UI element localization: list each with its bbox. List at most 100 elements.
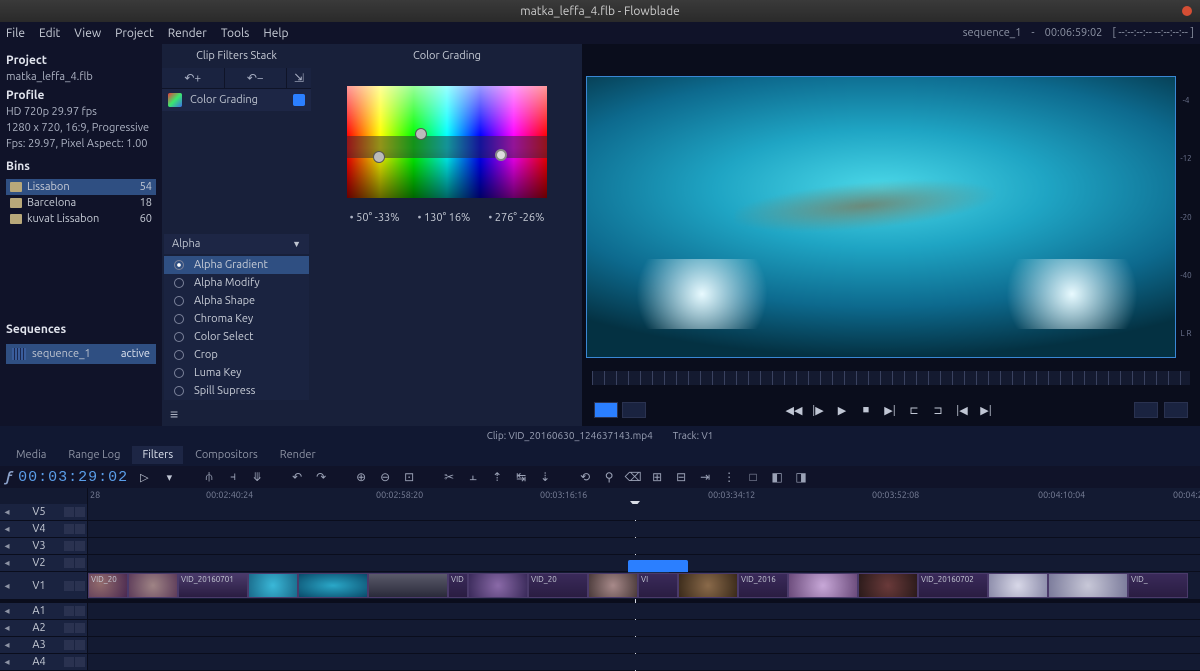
tab-compositors[interactable]: Compositors bbox=[185, 446, 268, 464]
filter-stack-item[interactable]: Color Grading bbox=[162, 89, 311, 111]
timeline-ruler[interactable]: 2800:02:40:2400:02:58:2000:03:16:1600:03… bbox=[0, 488, 1200, 504]
trim-icon[interactable]: ⊟ bbox=[672, 468, 690, 486]
collapse-icon[interactable]: ◂ bbox=[0, 656, 14, 668]
menu-file[interactable]: File bbox=[6, 27, 25, 40]
splice-icon[interactable]: ⫠ bbox=[464, 468, 482, 486]
bin-row[interactable]: kuvat Lissabon 60 bbox=[6, 211, 156, 227]
play-button[interactable]: ▶ bbox=[833, 402, 851, 418]
transition-dissolve[interactable] bbox=[628, 560, 688, 572]
step-back-button[interactable]: |▶ bbox=[809, 402, 827, 418]
color-handle[interactable] bbox=[373, 151, 385, 163]
collapse-icon[interactable]: ◂ bbox=[0, 622, 14, 634]
tab-media[interactable]: Media bbox=[6, 446, 56, 464]
close-icon[interactable] bbox=[1182, 6, 1192, 16]
timeline-clip[interactable] bbox=[248, 573, 298, 598]
color-handle[interactable] bbox=[415, 128, 427, 140]
timeline-clip[interactable]: VID_20 bbox=[528, 573, 588, 598]
cut-icon[interactable]: ✂ bbox=[440, 468, 458, 486]
color-box[interactable] bbox=[347, 86, 547, 198]
track-v1[interactable]: ◂V1 DISSOLVE VID_20VID_20160701VIDVID_20… bbox=[0, 572, 1200, 600]
ripple-icon[interactable]: ↹ bbox=[512, 468, 530, 486]
collapse-icon[interactable]: ◂ bbox=[0, 605, 14, 617]
timeline-clip[interactable] bbox=[368, 573, 448, 598]
track-v5[interactable]: ◂V5 bbox=[0, 504, 1200, 521]
bin-row[interactable]: Barcelona 18 bbox=[6, 195, 156, 211]
hamburger-icon[interactable]: ≡ bbox=[162, 402, 311, 426]
monitor-ruler[interactable] bbox=[592, 371, 1190, 385]
timeline-clip[interactable]: VID_20160702 bbox=[918, 573, 988, 598]
collapse-icon[interactable]: ◂ bbox=[0, 557, 14, 569]
timeline-clip[interactable]: VID_2016 bbox=[738, 573, 788, 598]
overwrite-icon[interactable]: ⇣ bbox=[536, 468, 554, 486]
track-a1[interactable]: ◂A1 bbox=[0, 603, 1200, 620]
filter-option[interactable]: Alpha Modify bbox=[164, 274, 309, 292]
menu-render[interactable]: Render bbox=[168, 27, 207, 40]
play-icon[interactable]: ▷ bbox=[140, 471, 148, 484]
menu-view[interactable]: View bbox=[74, 27, 101, 40]
view-mode-icon[interactable] bbox=[1134, 402, 1158, 418]
mark-out-button[interactable]: ⊐ bbox=[929, 402, 947, 418]
goto-start-button[interactable]: |◀ bbox=[953, 402, 971, 418]
menu-help[interactable]: Help bbox=[263, 27, 288, 40]
tool-icon[interactable]: ⋮ bbox=[720, 468, 738, 486]
timeline-clip[interactable] bbox=[988, 573, 1048, 598]
sync-icon[interactable]: ⟲ bbox=[576, 468, 594, 486]
timeline-clip[interactable]: VID_20160701 bbox=[178, 573, 248, 598]
add-icon[interactable]: ⊞ bbox=[648, 468, 666, 486]
mark-in-button[interactable]: ⊏ bbox=[905, 402, 923, 418]
color-handle[interactable] bbox=[495, 149, 507, 161]
collapse-icon[interactable]: ◂ bbox=[0, 639, 14, 651]
tool-icon[interactable]: ⫛ bbox=[200, 468, 218, 486]
track-v4[interactable]: ◂V4 bbox=[0, 521, 1200, 538]
filter-category-dropdown[interactable]: Alpha ▼ bbox=[164, 234, 309, 254]
filter-option[interactable]: Alpha Shape bbox=[164, 292, 309, 310]
tab-rangelog[interactable]: Range Log bbox=[58, 446, 130, 464]
checkbox-icon[interactable] bbox=[293, 94, 305, 106]
menu-tools[interactable]: Tools bbox=[221, 27, 250, 40]
tool-icon[interactable]: ◧ bbox=[768, 468, 786, 486]
collapse-icon[interactable]: ◂ bbox=[0, 540, 14, 552]
trim-mode-icon[interactable] bbox=[594, 402, 618, 418]
filter-option[interactable]: Spill Supress bbox=[164, 382, 309, 400]
timeline-clip[interactable]: VID_ bbox=[1128, 573, 1188, 598]
tool-icon[interactable]: ⤋ bbox=[248, 468, 266, 486]
collapse-icon[interactable]: ◂ bbox=[0, 506, 14, 518]
tool-icon[interactable]: □ bbox=[744, 468, 762, 486]
prev-button[interactable]: ◀◀ bbox=[785, 402, 803, 418]
menu-project[interactable]: Project bbox=[115, 27, 154, 40]
collapse-icon[interactable]: ◂ bbox=[0, 580, 14, 592]
timeline-clip[interactable] bbox=[128, 573, 178, 598]
timeline-clip[interactable] bbox=[468, 573, 528, 598]
track-v3[interactable]: ◂V3 bbox=[0, 538, 1200, 555]
timeline-clip[interactable]: VID_20 bbox=[88, 573, 128, 598]
timeline-clip[interactable]: VI bbox=[638, 573, 678, 598]
timeline-clip[interactable] bbox=[788, 573, 858, 598]
delete-icon[interactable]: ⌫ bbox=[624, 468, 642, 486]
redo-icon[interactable]: ↷ bbox=[312, 468, 330, 486]
append-icon[interactable]: ⇥ bbox=[696, 468, 714, 486]
bin-row[interactable]: Lissabon 54 bbox=[6, 179, 156, 195]
goto-end-button[interactable]: ▶| bbox=[977, 402, 995, 418]
sequence-row[interactable]: sequence_1 active bbox=[6, 344, 156, 364]
view-mode-icon[interactable] bbox=[1164, 402, 1188, 418]
filter-option[interactable]: Crop bbox=[164, 346, 309, 364]
step-fwd-button[interactable]: ▶| bbox=[881, 402, 899, 418]
tool-icon[interactable]: ⫞ bbox=[224, 468, 242, 486]
stack-tool-remove[interactable]: ↶− bbox=[225, 68, 288, 88]
collapse-icon[interactable]: ◂ bbox=[0, 523, 14, 535]
trim-mode-icon[interactable] bbox=[622, 402, 646, 418]
timeline-clip[interactable] bbox=[298, 573, 368, 598]
split-icon[interactable]: ⚲ bbox=[600, 468, 618, 486]
tool-icon[interactable]: ◨ bbox=[792, 468, 810, 486]
stop-button[interactable]: ■ bbox=[857, 402, 875, 418]
lift-icon[interactable]: ⇡ bbox=[488, 468, 506, 486]
stack-tool-add[interactable]: ↶+ bbox=[162, 68, 225, 88]
tab-filters[interactable]: Filters bbox=[132, 446, 183, 464]
zoom-fit-icon[interactable]: ⊡ bbox=[400, 468, 418, 486]
filter-option[interactable]: Chroma Key bbox=[164, 310, 309, 328]
track-a3[interactable]: ◂A3 bbox=[0, 637, 1200, 654]
video-preview[interactable] bbox=[586, 76, 1176, 358]
track-a4[interactable]: ◂A4 bbox=[0, 654, 1200, 671]
stack-tool-expand[interactable]: ⇲ bbox=[287, 68, 311, 88]
timeline-clip[interactable] bbox=[1048, 573, 1128, 598]
